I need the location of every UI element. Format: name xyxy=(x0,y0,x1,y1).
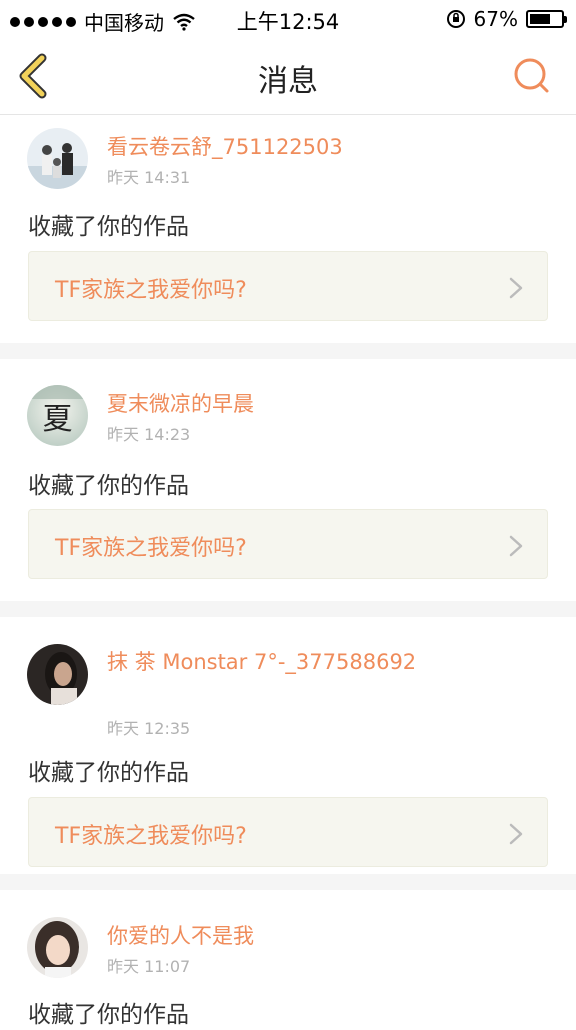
page-title: 消息 xyxy=(258,64,318,99)
work-link-card[interactable]: TF家族之我爱你吗? xyxy=(28,797,548,867)
sender-name[interactable]: 看云卷云舒_751122503 xyxy=(107,133,527,161)
avatar[interactable] xyxy=(27,128,88,189)
message-time: 昨天 12:35 xyxy=(107,719,191,738)
work-title: TF家族之我爱你吗? xyxy=(55,824,247,849)
message-action: 收藏了你的作品 xyxy=(28,760,189,786)
avatar[interactable]: 夏 xyxy=(27,385,88,446)
search-icon[interactable] xyxy=(512,56,552,96)
section-divider xyxy=(0,601,576,617)
status-bar: 中国移动 上午12:54 67% xyxy=(0,0,576,38)
chevron-right-icon xyxy=(509,535,523,557)
chevron-right-icon xyxy=(509,823,523,845)
work-title: TF家族之我爱你吗? xyxy=(55,536,247,561)
list-item: 夏 夏末微凉的早晨 昨天 14:23 收藏了你的作品 TF家族之我爱你吗? xyxy=(0,359,576,599)
list-item: 抹 茶 Monstar 7°-_377588692 昨天 12:35 收藏了你的… xyxy=(0,617,576,872)
work-link-card[interactable]: TF家族之我爱你吗? xyxy=(28,251,548,321)
chevron-right-icon xyxy=(509,277,523,299)
message-time: 昨天 11:07 xyxy=(107,957,191,976)
avatar-glyph: 夏 xyxy=(43,402,73,437)
section-divider xyxy=(0,874,576,890)
message-action: 收藏了你的作品 xyxy=(28,214,189,240)
battery-percent: 67% xyxy=(473,7,518,31)
work-title: TF家族之我爱你吗? xyxy=(55,278,247,303)
message-time: 昨天 14:23 xyxy=(107,425,191,444)
navigation-bar: 消息 xyxy=(0,38,576,115)
work-link-card[interactable]: TF家族之我爱你吗? xyxy=(28,509,548,579)
battery-icon xyxy=(526,10,567,28)
message-time: 昨天 14:31 xyxy=(107,168,191,187)
message-action: 收藏了你的作品 xyxy=(28,473,189,499)
section-divider xyxy=(0,343,576,359)
avatar[interactable] xyxy=(27,917,88,978)
list-item: 你爱的人不是我 昨天 11:07 收藏了你的作品 xyxy=(0,890,576,1030)
sender-name[interactable]: 夏末微凉的早晨 xyxy=(107,390,527,418)
sender-name[interactable]: 你爱的人不是我 xyxy=(107,922,527,950)
orientation-lock-icon xyxy=(446,10,465,28)
avatar[interactable] xyxy=(27,644,88,705)
sender-name[interactable]: 抹 茶 Monstar 7°-_377588692 xyxy=(107,648,527,676)
list-item: 看云卷云舒_751122503 昨天 14:31 收藏了你的作品 TF家族之我爱… xyxy=(0,115,576,345)
